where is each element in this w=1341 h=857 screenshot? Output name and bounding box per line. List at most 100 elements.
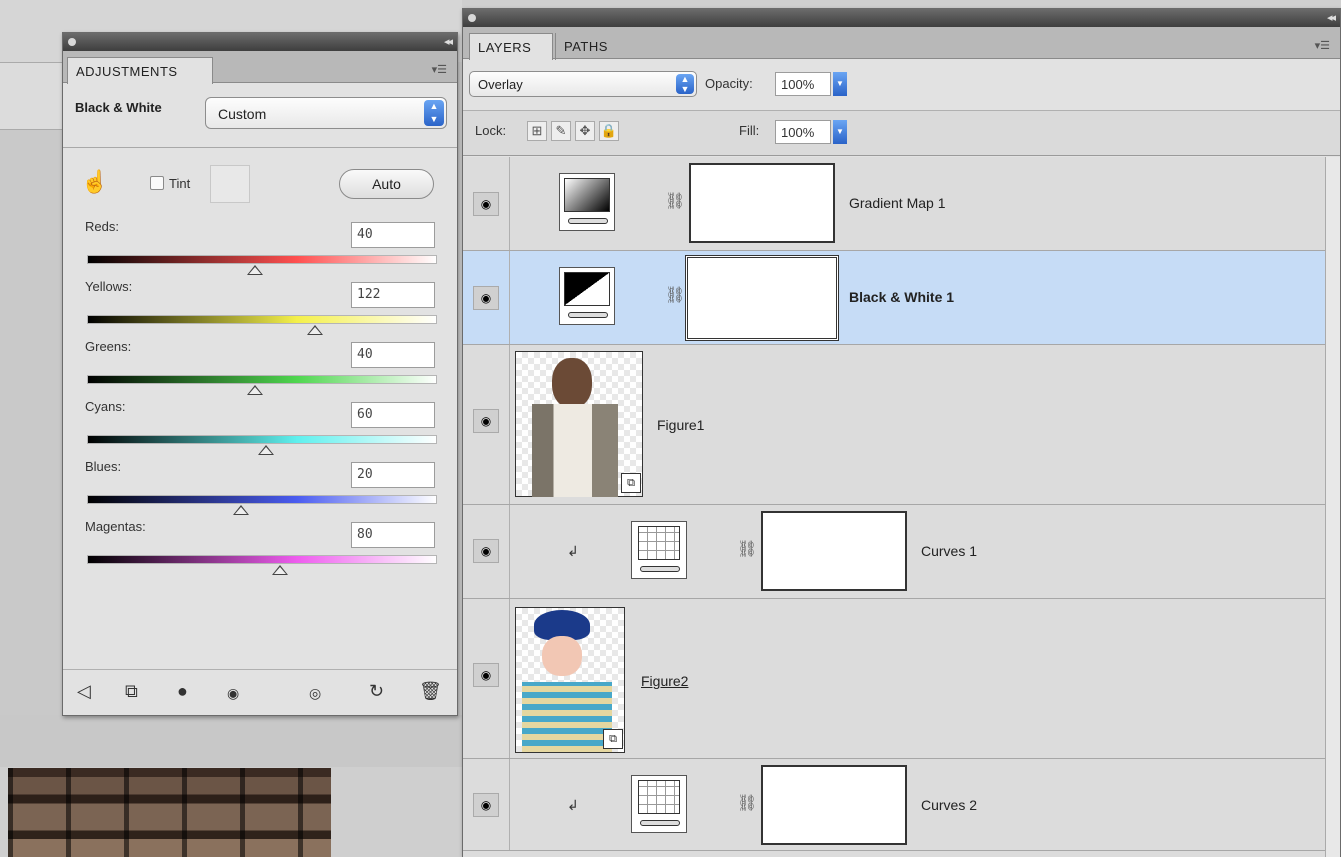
reds-slider-track[interactable] — [87, 255, 437, 264]
fill-label: Fill: — [739, 123, 760, 138]
yellows-slider-thumb[interactable] — [306, 325, 323, 335]
back-arrow-icon[interactable]: ◁ — [77, 681, 91, 702]
layer-name[interactable]: Black & White 1 — [849, 289, 954, 305]
opacity-field[interactable]: 100% — [775, 72, 831, 96]
tint-label: Tint — [169, 176, 191, 191]
clip-to-layer-icon[interactable]: ⧉ — [125, 681, 138, 702]
reds-value-field[interactable]: 40 — [351, 222, 435, 248]
view-previous-icon[interactable]: ◎ — [309, 685, 321, 702]
reds-slider-thumb[interactable] — [247, 265, 263, 275]
collapse-icon[interactable]: ◂◂ — [1327, 11, 1336, 24]
lock-image-pixels-icon[interactable]: ✎ — [551, 121, 571, 141]
link-icon[interactable]: ⛓ — [737, 793, 757, 813]
layer-name[interactable]: Curves 2 — [921, 797, 977, 813]
cyans-value-field[interactable]: 60 — [351, 402, 435, 428]
layer-mask-thumbnail[interactable] — [689, 163, 835, 243]
tab-layers[interactable]: LAYERS — [469, 33, 553, 60]
blues-value-field[interactable]: 20 — [351, 462, 435, 488]
yellows-label: Yellows: — [85, 279, 133, 294]
collapse-icon[interactable]: ◂◂ — [444, 35, 453, 48]
lock-transparent-pixels-icon[interactable]: ⊞ — [527, 121, 547, 141]
curves-thumbnail[interactable] — [631, 521, 687, 579]
close-icon[interactable] — [68, 38, 76, 46]
tint-checkbox[interactable] — [150, 176, 164, 190]
clipping-arrow-icon: ↲ — [567, 797, 579, 813]
layer-row-figure1[interactable]: ◉ ⧉ Figure1 — [463, 345, 1325, 505]
eye-icon[interactable]: ◉ — [227, 685, 239, 702]
layer-row-figure2[interactable]: ◉ ⧉ Figure2 — [463, 599, 1325, 759]
greens-slider-track[interactable] — [87, 375, 437, 384]
curves-thumbnail[interactable] — [631, 775, 687, 833]
reset-icon[interactable]: ↻ — [369, 681, 384, 702]
adjustments-panel: ◂◂ ADJUSTMENTS ▾☰ Black & White Custom ▲… — [62, 32, 458, 716]
fill-field[interactable]: 100% — [775, 120, 831, 144]
targeted-adjustment-icon[interactable]: ☝ — [81, 169, 108, 195]
blues-slider-thumb[interactable] — [233, 505, 249, 515]
greens-label: Greens: — [85, 339, 132, 354]
visibility-eye-icon[interactable]: ◉ — [473, 192, 499, 216]
dropdown-arrows-icon: ▲ ▼ — [676, 74, 694, 94]
dropdown-arrows-icon: ▲ ▼ — [424, 100, 444, 126]
cyans-slider-thumb[interactable] — [257, 445, 274, 455]
link-icon[interactable]: ⛓ — [665, 191, 685, 211]
lock-position-icon[interactable]: ✥ — [575, 121, 595, 141]
adjustments-titlebar[interactable]: ◂◂ — [63, 33, 457, 51]
visibility-eye-icon[interactable]: ◉ — [473, 409, 499, 433]
yellows-value-field[interactable]: 122 — [351, 282, 435, 308]
link-icon[interactable]: ⛓ — [665, 285, 685, 305]
fill-arrow-icon[interactable]: ▼ — [833, 120, 847, 144]
magentas-value-field[interactable]: 80 — [351, 522, 435, 548]
layers-scrollbar[interactable] — [1325, 157, 1340, 857]
layers-titlebar[interactable]: ◂◂ — [463, 9, 1340, 27]
eye-column-divider — [509, 251, 510, 344]
cyans-slider-track[interactable] — [87, 435, 437, 444]
layer-name[interactable]: Figure2 — [641, 673, 688, 689]
layer-mask-thumbnail[interactable] — [761, 765, 907, 845]
layer-mask-thumbnail[interactable] — [685, 255, 839, 341]
layer-row-curves2[interactable]: ◉ ↲ ⛓ Curves 2 — [463, 759, 1325, 851]
tint-color-swatch[interactable] — [210, 165, 250, 203]
close-icon[interactable] — [468, 14, 476, 22]
preset-dropdown[interactable]: Custom ▲ ▼ — [205, 97, 447, 129]
black-white-thumbnail[interactable] — [559, 267, 615, 325]
greens-value-field[interactable]: 40 — [351, 342, 435, 368]
blues-slider-track[interactable] — [87, 495, 437, 504]
layer-name[interactable]: Gradient Map 1 — [849, 195, 946, 211]
magentas-slider-track[interactable] — [87, 555, 437, 564]
layer-row-curves1[interactable]: ◉ ↲ ⛓ Curves 1 — [463, 505, 1325, 599]
visibility-eye-icon[interactable]: ◉ — [473, 539, 499, 563]
lock-all-icon[interactable]: 🔒 — [599, 121, 619, 141]
clipping-arrow-icon: ↲ — [567, 543, 579, 559]
opacity-label: Opacity: — [705, 76, 753, 91]
divider — [63, 147, 457, 148]
adjustments-tab-row: ADJUSTMENTS ▾☰ — [63, 51, 457, 84]
lock-label: Lock: — [475, 123, 507, 138]
layer-name[interactable]: Figure1 — [657, 417, 704, 433]
tab-adjustments[interactable]: ADJUSTMENTS — [67, 57, 213, 84]
auto-button[interactable]: Auto — [339, 169, 434, 199]
blend-mode-value: Overlay — [478, 77, 523, 92]
panel-menu-icon[interactable]: ▾☰ — [432, 63, 447, 76]
layer-row-gradient-map[interactable]: ◉ ⛓ Gradient Map 1 — [463, 157, 1325, 251]
visibility-eye-icon[interactable]: ◉ — [473, 793, 499, 817]
panel-menu-icon[interactable]: ▾☰ — [1315, 39, 1330, 52]
layer-name[interactable]: Curves 1 — [921, 543, 977, 559]
link-icon[interactable]: ⛓ — [737, 539, 757, 559]
smart-object-icon: ⧉ — [621, 473, 641, 493]
adjustment-type-label: Black & White — [75, 100, 162, 115]
layer-row-black-white[interactable]: ◉ ⛓ Black & White 1 — [463, 251, 1325, 345]
delete-icon[interactable]: 🗑 — [419, 681, 442, 702]
gradient-map-thumbnail[interactable] — [559, 173, 615, 231]
cyans-label: Cyans: — [85, 399, 126, 414]
greens-slider-thumb[interactable] — [247, 385, 263, 395]
visibility-eye-icon[interactable]: ◉ — [473, 286, 499, 310]
canvas-area — [0, 130, 68, 757]
magentas-slider-thumb[interactable] — [271, 565, 288, 575]
blend-mode-dropdown[interactable]: Overlay ▲ ▼ — [469, 71, 697, 97]
tab-paths[interactable]: PATHS — [555, 33, 633, 60]
opacity-arrow-icon[interactable]: ▼ — [833, 72, 847, 96]
visibility-eye-icon[interactable]: ◉ — [473, 663, 499, 687]
layer-mask-thumbnail[interactable] — [761, 511, 907, 591]
mask-visibility-icon[interactable]: ● — [177, 681, 188, 702]
yellows-slider-track[interactable] — [87, 315, 437, 324]
